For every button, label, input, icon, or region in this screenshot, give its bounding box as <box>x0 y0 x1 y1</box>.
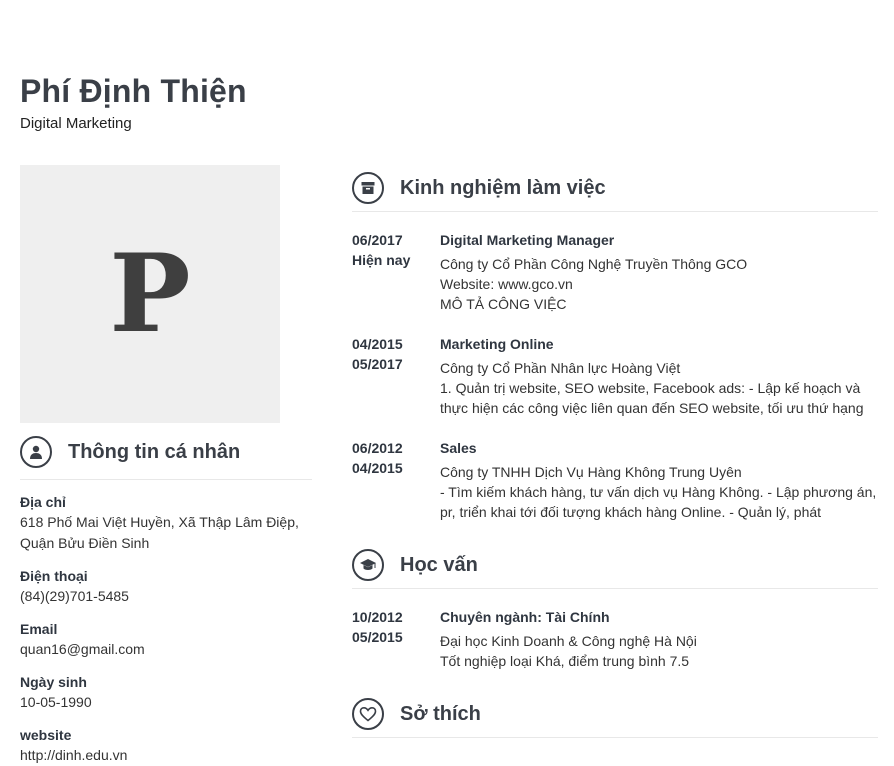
position-title: Marketing Online <box>440 336 554 352</box>
experience-title: Kinh nghiệm làm việc <box>400 176 606 199</box>
start-date: 04/2015 <box>352 336 403 352</box>
info-value: (84)(29)701-5485 <box>20 588 129 604</box>
experience-item: 04/2015 05/2017 Marketing Online Công ty… <box>352 334 878 418</box>
avatar: P <box>20 165 280 423</box>
graduation-cap-icon <box>352 549 384 581</box>
entry-body: Chuyên ngành: Tài Chính Đại học Kinh Doa… <box>440 607 878 671</box>
job-description: - Tìm kiếm khách hàng, tư vấn dịch vụ Hà… <box>440 484 877 520</box>
info-label: Điện thoại <box>20 568 88 584</box>
company-name: Công ty TNHH Dịch Vụ Hàng Không Trung Uy… <box>440 464 742 480</box>
school-name: Đại học Kinh Doanh & Công nghệ Hà Nội <box>440 633 697 649</box>
end-date: 05/2017 <box>352 356 403 372</box>
archive-box-icon <box>352 172 384 204</box>
info-value: 10-05-1990 <box>20 694 92 710</box>
end-date: 04/2015 <box>352 460 403 476</box>
person-name: Phí Định Thiện <box>20 73 247 109</box>
entry-dates: 06/2012 04/2015 <box>352 438 440 522</box>
resume-header: Phí Định Thiện Digital Marketing <box>20 72 247 132</box>
end-date: Hiện nay <box>352 252 411 268</box>
position-title: Sales <box>440 440 477 456</box>
education-item: 10/2012 05/2015 Chuyên ngành: Tài Chính … <box>352 607 878 671</box>
info-label: Email <box>20 621 58 637</box>
education-list: 10/2012 05/2015 Chuyên ngành: Tài Chính … <box>352 589 878 671</box>
education-title: Học vấn <box>400 553 478 576</box>
heart-icon <box>352 698 384 730</box>
right-column: Kinh nghiệm làm việc 06/2017 Hiện nay Di… <box>352 165 878 738</box>
start-date: 06/2017 <box>352 232 403 248</box>
user-icon <box>20 436 52 468</box>
info-item-address: Địa chỉ 618 Phố Mai Việt Huyền, Xã Thập … <box>20 492 312 554</box>
start-date: 10/2012 <box>352 609 403 625</box>
website-link[interactable]: http://dinh.edu.vn <box>20 745 312 766</box>
personal-info-title: Thông tin cá nhân <box>68 440 241 463</box>
person-job-title: Digital Marketing <box>20 115 132 132</box>
entry-body: Digital Marketing Manager Công ty Cổ Phầ… <box>440 230 878 314</box>
company-name: Công ty Cổ Phần Công Nghệ Truyền Thông G… <box>440 256 748 272</box>
info-value: 618 Phố Mai Việt Huyền, Xã Thập Lâm Điệp… <box>20 514 299 551</box>
company-website: Website: www.gco.vn <box>440 276 573 292</box>
job-description: 1. Quản trị website, SEO website, Facebo… <box>440 380 864 416</box>
info-item-phone: Điện thoại (84)(29)701-5485 <box>20 566 312 607</box>
experience-item: 06/2017 Hiện nay Digital Marketing Manag… <box>352 230 878 314</box>
entry-body: Marketing Online Công ty Cổ Phần Nhân lự… <box>440 334 878 418</box>
entry-body: Sales Công ty TNHH Dịch Vụ Hàng Không Tr… <box>440 438 878 522</box>
hobbies-title: Sở thích <box>400 702 481 725</box>
start-date: 06/2012 <box>352 440 403 456</box>
avatar-letter: P <box>109 231 191 357</box>
entry-dates: 04/2015 05/2017 <box>352 334 440 418</box>
info-label: website <box>20 727 72 743</box>
company-name: Công ty Cổ Phần Nhân lực Hoàng Việt <box>440 360 681 376</box>
entry-dates: 10/2012 05/2015 <box>352 607 440 671</box>
graduation-grade: Tốt nghiệp loại Khá, điểm trung bình 7.5 <box>440 653 690 669</box>
hobbies-section-header: Sở thích <box>352 691 878 738</box>
education-section-header: Học vấn <box>352 542 878 589</box>
info-label: Địa chỉ <box>20 494 66 510</box>
info-label: Ngày sinh <box>20 674 87 690</box>
email-link[interactable]: quan16@gmail.com <box>20 639 312 660</box>
job-description: MÔ TẢ CÔNG VIỆC <box>440 296 567 312</box>
personal-info-section-header: Thông tin cá nhân <box>20 431 312 480</box>
experience-list: 06/2017 Hiện nay Digital Marketing Manag… <box>352 212 878 522</box>
experience-section-header: Kinh nghiệm làm việc <box>352 165 878 212</box>
experience-item: 06/2012 04/2015 Sales Công ty TNHH Dịch … <box>352 438 878 522</box>
info-item-website: website http://dinh.edu.vn <box>20 725 312 766</box>
position-title: Digital Marketing Manager <box>440 232 615 248</box>
entry-dates: 06/2017 Hiện nay <box>352 230 440 314</box>
major-title: Chuyên ngành: Tài Chính <box>440 609 610 625</box>
info-item-birthdate: Ngày sinh 10-05-1990 <box>20 672 312 713</box>
info-item-email: Email quan16@gmail.com <box>20 619 312 660</box>
end-date: 05/2015 <box>352 629 403 645</box>
left-column: P Thông tin cá nhân Địa chỉ 618 Phố Mai … <box>20 165 312 766</box>
